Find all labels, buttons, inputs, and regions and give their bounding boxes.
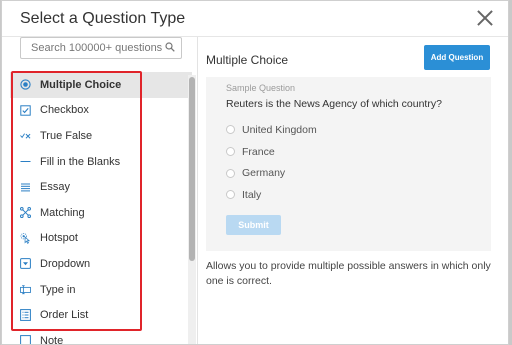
checkbox-icon [20,105,31,116]
answer-option-label: United Kingdom [242,123,317,136]
question-type-matching[interactable]: Matching [10,200,192,226]
question-type-essay[interactable]: Essay [10,174,192,200]
question-type-hotspot[interactable]: Hotspot [10,226,192,252]
question-type-dropdown[interactable]: Dropdown [10,251,192,277]
question-type-description: Allows you to provide multiple possible … [206,260,491,287]
preview-title: Multiple Choice [206,53,289,67]
question-type-multiple-choice[interactable]: Multiple Choice [10,72,192,98]
question-type-label: Hotspot [40,232,78,245]
order-list-icon [20,309,31,322]
sample-label: Sample Question [226,83,296,93]
question-type-label: Checkbox [40,104,89,117]
answer-option[interactable]: Italy [226,184,317,206]
answer-option[interactable]: United Kingdom [226,119,317,141]
question-type-label: True False [40,129,93,142]
question-type-type-in[interactable]: Type in [10,277,192,303]
question-type-note[interactable]: Note [10,328,192,345]
search-icon[interactable] [165,42,175,52]
dialog-header: Select a Question Type [2,1,508,37]
answer-option[interactable]: Germany [226,162,317,184]
question-type-panel: Multiple Choice Checkbox True False Fill… [2,37,197,345]
question-type-dialog: Select a Question Type Multiple Choice [1,0,509,345]
question-type-label: Matching [40,206,85,219]
radio-button-icon[interactable] [226,168,235,178]
question-type-label: Multiple Choice [40,78,122,91]
answer-option[interactable]: France [226,141,317,163]
radio-icon [20,79,31,90]
question-type-label: Type in [40,283,76,296]
question-type-label: Dropdown [40,257,91,270]
type-in-icon [20,284,31,295]
question-type-fill-in-the-blanks[interactable]: Fill in the Blanks [10,149,192,175]
question-type-checkbox[interactable]: Checkbox [10,98,192,124]
question-type-label: Note [40,334,64,345]
submit-button[interactable]: Submit [226,215,281,235]
check-cross-icon [20,130,31,141]
question-type-label: Fill in the Blanks [40,155,121,168]
add-question-button[interactable]: Add Question [424,45,490,70]
radio-button-icon[interactable] [226,125,235,135]
dropdown-icon [20,258,31,270]
dash-icon [20,156,31,167]
hotspot-icon [20,233,31,245]
dialog-title: Select a Question Type [20,10,186,27]
question-type-order-list[interactable]: Order List [10,302,192,328]
matching-icon [20,207,31,219]
preview-panel: Multiple Choice Add Question Sample Ques… [197,37,508,344]
lines-icon [20,182,31,193]
note-icon [20,335,31,344]
search-input[interactable] [21,38,166,58]
question-type-list: Multiple Choice Checkbox True False Fill… [10,72,192,345]
question-type-true-false[interactable]: True False [10,123,192,149]
radio-button-icon[interactable] [226,190,235,200]
search-box[interactable] [20,37,182,59]
question-type-label: Essay [40,181,70,194]
question-type-label: Order List [40,309,89,322]
radio-button-icon[interactable] [226,147,235,157]
close-icon[interactable] [476,9,494,27]
answer-option-label: France [242,145,275,158]
answer-options: United Kingdom France Germany Italy [226,119,317,206]
sample-question-card: Sample Question Reuters is the News Agen… [206,77,491,251]
answer-option-label: Italy [242,188,262,201]
sample-question-text: Reuters is the News Agency of which coun… [226,98,442,110]
scrollbar-thumb[interactable] [189,77,195,261]
answer-option-label: Germany [242,167,286,180]
